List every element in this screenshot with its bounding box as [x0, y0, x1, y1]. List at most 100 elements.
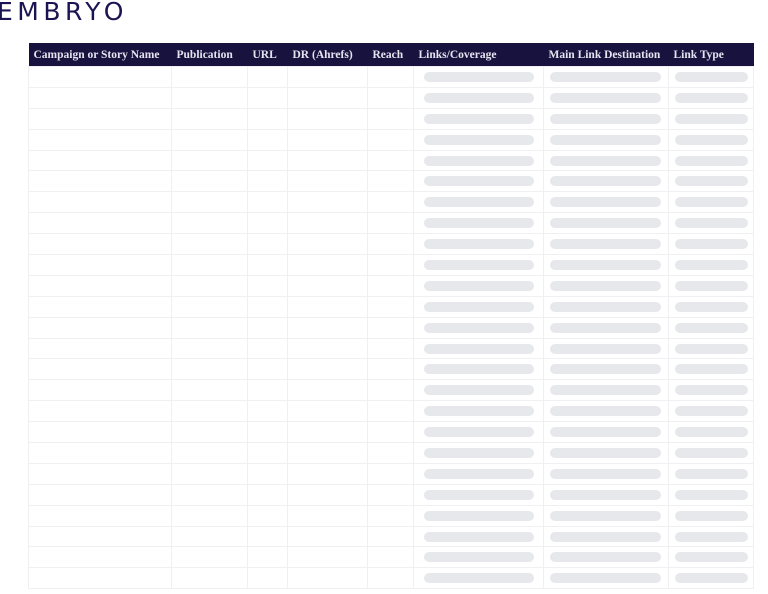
embryo-logo: EMBRYO [0, 0, 128, 26]
cell-destination [543, 274, 669, 297]
cell-reach [367, 295, 414, 318]
cell-campaign [28, 379, 172, 402]
placeholder-pill [550, 280, 661, 291]
placeholder-pill [550, 364, 661, 375]
placeholder-pill [675, 406, 748, 417]
cell-reach [367, 66, 414, 88]
placeholder-pill [675, 364, 748, 375]
placeholder-pill [550, 176, 661, 187]
placeholder-pill [675, 218, 748, 229]
cell-publication [171, 337, 248, 360]
cell-dr [287, 128, 368, 151]
placeholder-pill [550, 113, 661, 124]
cell-url [247, 442, 288, 464]
table-row [28, 379, 754, 402]
cell-publication [171, 567, 248, 590]
table-row [28, 462, 754, 485]
cell-links [413, 295, 544, 318]
table-header-row: Campaign or Story Name Publication URL D… [28, 43, 754, 67]
cell-destination [543, 170, 669, 193]
placeholder-pill [424, 573, 534, 584]
cell-campaign [28, 254, 172, 276]
cell-links [413, 254, 544, 276]
cell-linktype [668, 86, 754, 109]
placeholder-pill [424, 406, 534, 417]
cell-publication [171, 358, 248, 381]
table-row [28, 421, 754, 444]
cell-dr [287, 525, 368, 548]
cell-url [247, 504, 288, 527]
cell-campaign [28, 212, 172, 235]
cell-publication [171, 295, 248, 318]
cell-campaign [28, 504, 172, 527]
placeholder-pill [550, 510, 661, 521]
cell-links [413, 149, 544, 172]
cell-url [247, 546, 288, 569]
cell-links [413, 170, 544, 193]
cell-reach [367, 442, 414, 464]
cell-destination [543, 86, 669, 109]
placeholder-pill [550, 71, 661, 82]
placeholder-pill [424, 113, 534, 124]
cell-reach [367, 107, 414, 130]
cell-campaign [28, 400, 172, 423]
cell-reach [367, 316, 414, 339]
placeholder-pill [675, 92, 748, 103]
cell-links [413, 358, 544, 381]
campaign-coverage-table: Campaign or Story Name Publication URL D… [28, 43, 754, 590]
cell-publication [171, 254, 248, 276]
cell-destination [543, 546, 669, 569]
table-row [28, 128, 754, 151]
cell-dr [287, 233, 368, 256]
table-row [28, 442, 754, 464]
table-row [28, 525, 754, 548]
cell-destination [543, 567, 669, 590]
cell-links [413, 212, 544, 235]
cell-reach [367, 483, 414, 506]
cell-dr [287, 149, 368, 172]
cell-publication [171, 442, 248, 464]
cell-reach [367, 546, 414, 569]
placeholder-pill [424, 280, 534, 291]
cell-reach [367, 504, 414, 527]
placeholder-pill [550, 155, 661, 166]
cell-dr [287, 400, 368, 423]
cell-reach [367, 525, 414, 548]
cell-dr [287, 86, 368, 109]
placeholder-pill [424, 427, 534, 438]
cell-dr [287, 504, 368, 527]
table-row [28, 400, 754, 423]
cell-destination [543, 316, 669, 339]
cell-publication [171, 525, 248, 548]
cell-publication [171, 379, 248, 402]
cell-url [247, 191, 288, 214]
cell-linktype [668, 170, 754, 193]
placeholder-pill [675, 385, 748, 396]
cell-destination [543, 191, 669, 214]
cell-linktype [668, 546, 754, 569]
cell-destination [543, 149, 669, 172]
cell-dr [287, 546, 368, 569]
cell-campaign [28, 107, 172, 130]
cell-url [247, 567, 288, 590]
cell-reach [367, 421, 414, 444]
cell-publication [171, 504, 248, 527]
cell-linktype [668, 233, 754, 256]
cell-url [247, 149, 288, 172]
placeholder-pill [424, 301, 534, 312]
cell-linktype [668, 107, 754, 130]
cell-publication [171, 170, 248, 193]
cell-destination [543, 442, 669, 464]
placeholder-pill [675, 343, 748, 354]
table-row [28, 546, 754, 569]
table-row [28, 86, 754, 109]
placeholder-pill [675, 71, 748, 82]
placeholder-pill [424, 468, 534, 479]
placeholder-pill [424, 510, 534, 521]
cell-links [413, 337, 544, 360]
placeholder-pill [550, 552, 661, 563]
cell-dr [287, 421, 368, 444]
cell-links [413, 316, 544, 339]
placeholder-pill [550, 468, 661, 479]
cell-campaign [28, 86, 172, 109]
